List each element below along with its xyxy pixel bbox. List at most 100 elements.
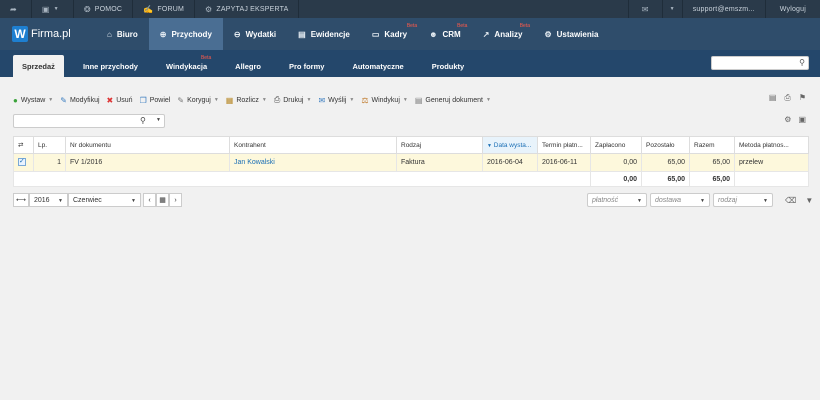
nav-kadry[interactable]: ▭ Kadry Beta xyxy=(361,18,418,50)
home-icon: ⌂ xyxy=(107,29,112,39)
col-termin-platnosci[interactable]: Termin płatn... xyxy=(537,136,591,154)
period-selector: ⟷ 2016 ▼ Czerwiec ▼ ‹ ▦ › xyxy=(13,193,182,207)
nav-crm[interactable]: ☻ CRM Beta xyxy=(418,18,472,50)
search-icon: ⚲ xyxy=(799,58,805,67)
col-rodzaj[interactable]: Rodzaj xyxy=(396,136,483,154)
windykuj-button[interactable]: ⚖ Windykuj ▼ xyxy=(361,96,408,105)
forum-link[interactable]: ✍ FORUM xyxy=(133,0,196,18)
col-pozostalo[interactable]: Pozostało xyxy=(641,136,690,154)
back-icon: ➦ xyxy=(10,4,17,14)
drukuj-button[interactable]: ⎙ Drukuj ▼ xyxy=(274,95,312,105)
type-filter-select[interactable]: rodzaj ▼ xyxy=(713,193,773,207)
settings-icon[interactable]: ⚙ xyxy=(784,115,791,124)
range-toggle[interactable]: ⟷ xyxy=(13,193,29,207)
nav-analizy[interactable]: ↗ Analizy Beta xyxy=(472,18,534,50)
table-search-input[interactable]: ⚲ ▼ xyxy=(13,114,165,128)
year-value: 2016 xyxy=(34,196,50,204)
year-select[interactable]: 2016 ▼ xyxy=(29,193,68,207)
rozlicz-button[interactable]: ▦ Rozlicz ▼ xyxy=(226,96,267,105)
help-link[interactable]: ❂ POMOC xyxy=(74,0,134,18)
calendar-button[interactable]: ▦ xyxy=(156,193,169,207)
usun-button[interactable]: ✖ Usuń xyxy=(107,96,133,105)
image-icon: ▣ xyxy=(41,4,50,14)
col-razem[interactable]: Razem xyxy=(689,136,735,154)
add-icon: ● xyxy=(13,95,18,105)
nav-label: CRM xyxy=(442,29,461,39)
table-row[interactable]: 1 FV 1/2016 Jan Kowalski Faktura 2016-06… xyxy=(13,153,809,172)
gear-icon: ⚙ xyxy=(544,29,552,39)
minus-circle-icon: ⊖ xyxy=(233,29,241,39)
refresh-icon[interactable]: ⇄ xyxy=(18,142,23,149)
button-label: Rozlicz xyxy=(236,96,259,104)
nav-wydatki[interactable]: ⊖ Wydatki xyxy=(223,18,287,50)
tag-icon[interactable]: ⚑ xyxy=(799,93,806,103)
col-nr-dokumentu[interactable]: Nr dokumentu xyxy=(65,136,230,154)
chevron-down-icon: ▼ xyxy=(261,97,267,103)
prev-period-button[interactable]: ‹ xyxy=(143,193,156,207)
modyfikuj-button[interactable]: ✎ Modyfikuj xyxy=(60,96,99,105)
monitor-icon[interactable]: ▣ xyxy=(798,115,806,124)
tab-windykacja[interactable]: Windykacja Beta xyxy=(157,55,216,77)
totals-row: 0,00 65,00 65,00 xyxy=(13,171,809,187)
trash-icon[interactable]: ⌫ xyxy=(785,196,796,205)
nav-ustawienia[interactable]: ⚙ Ustawienia xyxy=(533,18,609,50)
col-lp[interactable]: Lp. xyxy=(33,136,66,154)
chevron-down-icon: ▼ xyxy=(402,97,408,103)
nav-przychody[interactable]: ⊕ Przychody xyxy=(148,18,223,50)
chevron-down-icon[interactable]: ▼ xyxy=(156,117,161,123)
send-icon: ✉ xyxy=(318,95,326,105)
sort-desc-icon: ▼ xyxy=(487,142,492,149)
button-label: Koryguj xyxy=(187,96,211,104)
nav-label: Ewidencje xyxy=(310,29,350,39)
tab-produkty[interactable]: Produkty xyxy=(423,55,474,77)
refresh-column[interactable]: ⇄ xyxy=(13,136,34,154)
nav-ewidencje[interactable]: ▤ Ewidencje xyxy=(287,18,361,50)
chat-icon: ✍ xyxy=(143,4,154,14)
wystaw-button[interactable]: ● Wystaw ▼ xyxy=(13,96,53,105)
file-icon[interactable]: ▤ xyxy=(769,93,777,103)
back-button[interactable]: ➦ xyxy=(0,0,32,18)
next-period-button[interactable]: › xyxy=(169,193,182,207)
cell-kontrahent[interactable]: Jan Kowalski xyxy=(229,153,397,172)
filter-icon[interactable]: ▼ xyxy=(805,196,813,205)
user-email[interactable]: support@emszm... xyxy=(681,0,765,18)
delivery-filter-select[interactable]: dostawa ▼ xyxy=(650,193,710,207)
cell-data-wystawienia: 2016-06-04 xyxy=(482,153,538,172)
document-icon: ▤ xyxy=(414,95,423,105)
checkbox-checked[interactable] xyxy=(18,157,26,166)
tab-sprzedaz[interactable]: Sprzedaż xyxy=(13,55,64,77)
tab-allegro[interactable]: Allegro xyxy=(226,55,270,77)
totals-empty xyxy=(734,171,809,187)
print-icon[interactable]: ⎙ xyxy=(784,93,790,103)
col-kontrahent[interactable]: Kontrahent xyxy=(229,136,397,154)
col-metoda-platnosci[interactable]: Metoda płatnos... xyxy=(734,136,809,154)
messages-button[interactable]: ✉ xyxy=(627,0,662,18)
payment-filter-select[interactable]: płatność ▼ xyxy=(587,193,647,207)
filter-placeholder: dostawa xyxy=(655,196,682,204)
row-checkbox[interactable] xyxy=(13,153,34,172)
cell-lp: 1 xyxy=(33,153,66,172)
logo[interactable]: W Firma.pl xyxy=(0,18,92,50)
month-select[interactable]: Czerwiec ▼ xyxy=(68,193,141,207)
powiel-button[interactable]: ❐ Powiel xyxy=(140,96,171,105)
logout-link[interactable]: Wyloguj xyxy=(764,0,820,18)
tab-inne-przychody[interactable]: Inne przychody xyxy=(74,55,147,77)
global-search-input[interactable]: ⚲ xyxy=(711,56,809,70)
generuj-dokument-button[interactable]: ▤ Generuj dokument ▼ xyxy=(415,96,491,105)
tab-pro-formy[interactable]: Pro formy xyxy=(280,55,333,77)
edit-icon: ✎ xyxy=(60,95,67,105)
toolbar: ● Wystaw ▼ ✎ Modyfikuj ✖ Usuń ❐ Powiel ✎ Koryg… xyxy=(13,93,498,107)
koryguj-button[interactable]: ✎ Koryguj ▼ xyxy=(177,96,218,105)
ask-expert-link[interactable]: ⚙ ZAPYTAJ EKSPERTA xyxy=(195,0,300,18)
search-icon[interactable]: ⚲ xyxy=(140,116,146,125)
beta-badge: Beta xyxy=(200,55,212,61)
wyslij-button[interactable]: ✉ Wyślij ▼ xyxy=(318,96,354,105)
tab-automatyczne[interactable]: Automatyczne xyxy=(343,55,412,77)
col-data-wystawienia[interactable]: ▼ Data wysta... xyxy=(482,136,538,154)
chevron-down-icon: ▼ xyxy=(131,198,136,204)
col-zaplacono[interactable]: Zapłacono xyxy=(590,136,642,154)
beta-badge: Beta xyxy=(519,23,531,29)
nav-biuro[interactable]: ⌂ Biuro xyxy=(96,18,149,50)
user-dropdown-toggle[interactable]: ▼ xyxy=(661,0,682,18)
image-menu-button[interactable]: ▣ ▼ xyxy=(32,0,74,18)
